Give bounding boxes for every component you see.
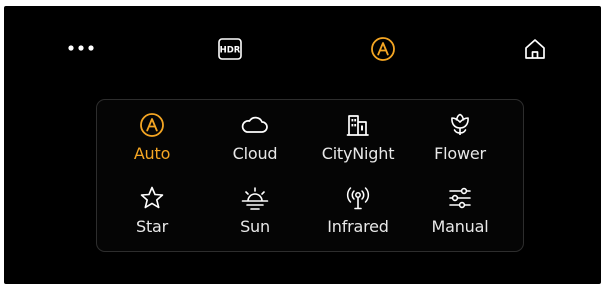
cloud-icon bbox=[240, 110, 270, 140]
star-icon bbox=[139, 183, 165, 213]
city-night-icon bbox=[346, 110, 370, 140]
mode-infrared[interactable]: Infrared bbox=[308, 183, 408, 243]
auto-mode-icon bbox=[139, 110, 165, 140]
mode-label: Auto bbox=[133, 144, 171, 163]
mode-cloud[interactable]: Cloud bbox=[205, 110, 305, 170]
hdr-label: HDR bbox=[220, 46, 241, 56]
mode-label: CityNight bbox=[321, 144, 395, 163]
scene-mode-panel: Auto Cloud CityNight Flower Star Sun Inf… bbox=[96, 99, 524, 252]
sun-icon bbox=[240, 183, 270, 213]
mode-label: Flower bbox=[434, 144, 486, 163]
mode-star[interactable]: Star bbox=[102, 183, 202, 243]
hdr-icon[interactable]: HDR bbox=[216, 37, 244, 61]
mode-label: Manual bbox=[431, 217, 489, 236]
mode-label: Sun bbox=[240, 217, 270, 236]
mode-sun[interactable]: Sun bbox=[205, 183, 305, 243]
mode-flower[interactable]: Flower bbox=[410, 110, 510, 170]
manual-sliders-icon bbox=[446, 183, 474, 213]
auto-mode-icon[interactable] bbox=[369, 35, 397, 63]
mode-manual[interactable]: Manual bbox=[410, 183, 510, 243]
mode-label: Star bbox=[135, 217, 168, 236]
mode-label: Infrared bbox=[327, 217, 389, 236]
mode-label: Cloud bbox=[232, 144, 278, 163]
mode-citynight[interactable]: CityNight bbox=[308, 110, 408, 170]
home-icon[interactable] bbox=[521, 35, 549, 63]
infrared-icon bbox=[343, 183, 373, 213]
more-dots-icon[interactable] bbox=[66, 42, 96, 54]
mode-auto[interactable]: Auto bbox=[102, 110, 202, 170]
camera-screen: HDR Auto Cloud CityNight Flower Star Sun… bbox=[4, 6, 601, 284]
flower-icon bbox=[447, 110, 473, 140]
